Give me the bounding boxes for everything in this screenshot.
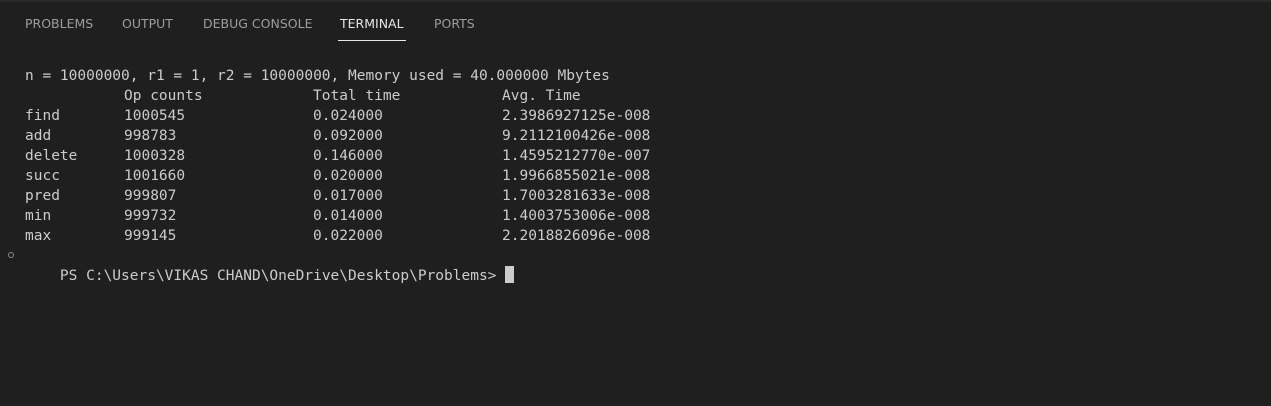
row-op: max bbox=[25, 228, 52, 244]
row-op: delete bbox=[25, 148, 78, 164]
row-total: 0.024000 bbox=[313, 108, 383, 124]
tab-terminal[interactable]: TERMINAL bbox=[338, 16, 406, 41]
row-avg: 1.9966855021e-008 bbox=[502, 168, 651, 184]
row-total: 0.022000 bbox=[313, 228, 383, 244]
tab-output[interactable]: OUTPUT bbox=[122, 16, 173, 38]
row-count: 998783 bbox=[124, 128, 177, 144]
row-count: 999807 bbox=[124, 188, 177, 204]
row-avg: 1.7003281633e-008 bbox=[502, 188, 651, 204]
row-count: 1000545 bbox=[124, 108, 186, 124]
row-op: succ bbox=[25, 168, 60, 184]
row-count: 999732 bbox=[124, 208, 177, 224]
tab-problems[interactable]: PROBLEMS bbox=[25, 16, 93, 38]
terminal-row: find 1000545 0.024000 2.3986927125e-008 bbox=[25, 106, 650, 126]
terminal-row: add 998783 0.092000 9.2112100426e-008 bbox=[25, 126, 650, 146]
row-avg: 2.3986927125e-008 bbox=[502, 108, 651, 124]
terminal-summary-line: n = 10000000, r1 = 1, r2 = 10000000, Mem… bbox=[25, 68, 610, 84]
row-op: min bbox=[25, 208, 52, 224]
terminal-row: min 999732 0.014000 1.4003753006e-008 bbox=[25, 206, 650, 226]
terminal-row: pred 999807 0.017000 1.7003281633e-008 bbox=[25, 186, 650, 206]
terminal-header-line: Op counts Total time Avg. Time bbox=[25, 86, 581, 106]
row-op: add bbox=[25, 128, 52, 144]
terminal-output[interactable]: n = 10000000, r1 = 1, r2 = 10000000, Mem… bbox=[0, 60, 1271, 406]
row-total: 0.146000 bbox=[313, 148, 383, 164]
row-total: 0.014000 bbox=[313, 208, 383, 224]
row-avg: 1.4003753006e-008 bbox=[502, 208, 651, 224]
row-count: 1000328 bbox=[124, 148, 186, 164]
header-op-counts: Op counts bbox=[124, 88, 203, 104]
row-avg: 9.2112100426e-008 bbox=[502, 128, 651, 144]
header-avg-time: Avg. Time bbox=[502, 88, 581, 104]
row-avg: 1.4595212770e-007 bbox=[502, 148, 651, 164]
command-status-circle-icon[interactable] bbox=[8, 252, 14, 258]
terminal-cursor bbox=[505, 266, 515, 283]
prompt-text: PS C:\Users\VIKAS CHAND\OneDrive\Desktop… bbox=[59, 268, 497, 284]
panel-tab-bar: PROBLEMS OUTPUT DEBUG CONSOLE TERMINAL P… bbox=[0, 0, 1271, 46]
row-count: 1001660 bbox=[124, 168, 186, 184]
terminal-row: delete 1000328 0.146000 1.4595212770e-00… bbox=[25, 146, 650, 166]
terminal-prompt-line[interactable]: PS C:\Users\VIKAS CHAND\OneDrive\Desktop… bbox=[25, 246, 515, 284]
header-total-time: Total time bbox=[313, 88, 401, 104]
row-total: 0.092000 bbox=[313, 128, 383, 144]
row-op: pred bbox=[25, 188, 60, 204]
tab-debug-console[interactable]: DEBUG CONSOLE bbox=[203, 16, 312, 38]
row-op: find bbox=[25, 108, 60, 124]
terminal-row: max 999145 0.022000 2.2018826096e-008 bbox=[25, 226, 650, 246]
row-total: 0.017000 bbox=[313, 188, 383, 204]
tab-ports[interactable]: PORTS bbox=[434, 16, 475, 38]
row-count: 999145 bbox=[124, 228, 177, 244]
terminal-row: succ 1001660 0.020000 1.9966855021e-008 bbox=[25, 166, 650, 186]
row-avg: 2.2018826096e-008 bbox=[502, 228, 651, 244]
row-total: 0.020000 bbox=[313, 168, 383, 184]
